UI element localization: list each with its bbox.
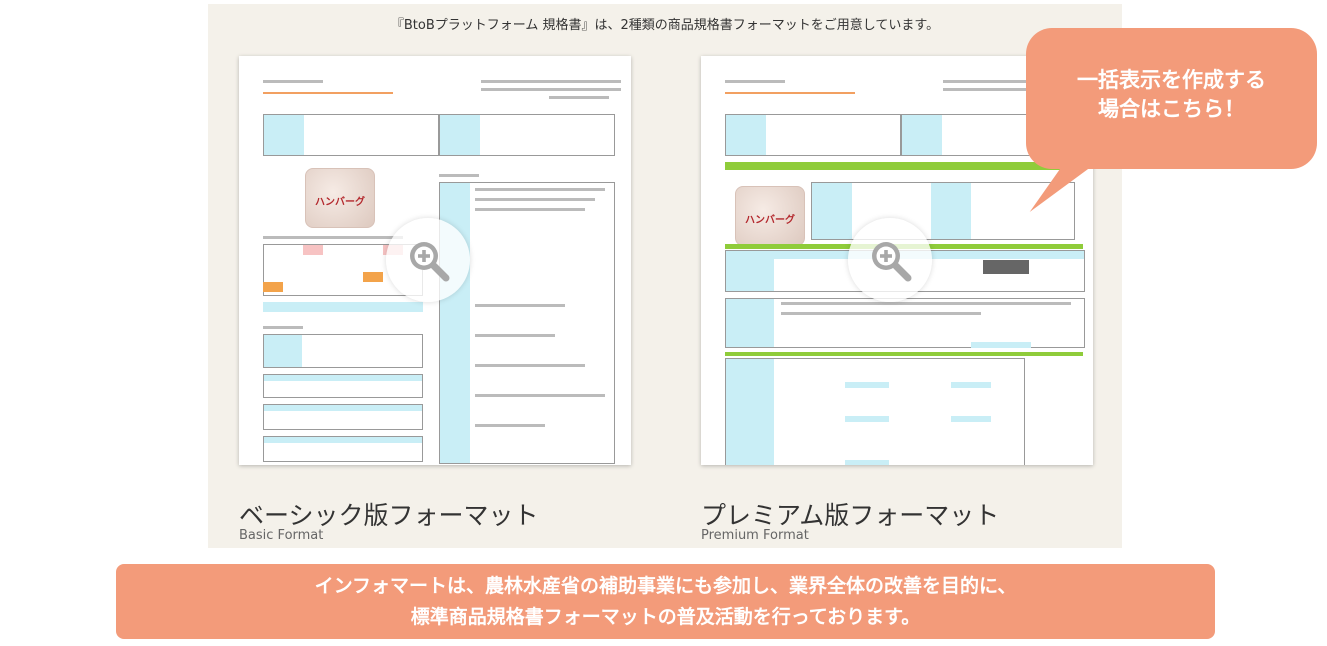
- premium-zoom-button[interactable]: [848, 218, 932, 302]
- formats-panel: 『BtoBプラットフォーム 規格書』は、2種類の商品規格書フォーマットをご用意し…: [208, 4, 1122, 548]
- intro-text: 『BtoBプラットフォーム 規格書』は、2種類の商品規格書フォーマットをご用意し…: [390, 18, 940, 33]
- basic-format-preview[interactable]: ハンバーグ: [239, 56, 631, 465]
- hamburger-package-image: ハンバーグ: [305, 168, 375, 228]
- banner-line-1: インフォマートは、農林水産省の補助事業にも参加し、業界全体の改善を目的に、: [314, 575, 1017, 597]
- info-banner: インフォマートは、農林水産省の補助事業にも参加し、業界全体の改善を目的に、 標準…: [116, 564, 1215, 639]
- zoom-in-icon: [872, 242, 912, 282]
- package-label: ハンバーグ: [745, 215, 795, 226]
- banner-line-2: 標準商品規格書フォーマットの普及活動を行っております。: [410, 606, 921, 628]
- hamburger-package-image: ハンバーグ: [735, 186, 805, 246]
- callout-text[interactable]: 一括表示を作成する 場合はこちら！: [1026, 66, 1317, 124]
- basic-format-title[interactable]: ベーシック版フォーマット: [239, 496, 539, 532]
- basic-zoom-button[interactable]: [386, 218, 470, 302]
- premium-format-title[interactable]: プレミアム版フォーマット: [701, 496, 999, 532]
- package-label: ハンバーグ: [315, 197, 365, 208]
- premium-format-subtitle: Premium Format: [701, 528, 809, 543]
- zoom-in-icon: [410, 242, 450, 282]
- callout-line-2: 場合はこちら！: [1098, 97, 1245, 121]
- basic-format-subtitle: Basic Format: [239, 528, 324, 543]
- callout-line-1: 一括表示を作成する: [1077, 68, 1266, 92]
